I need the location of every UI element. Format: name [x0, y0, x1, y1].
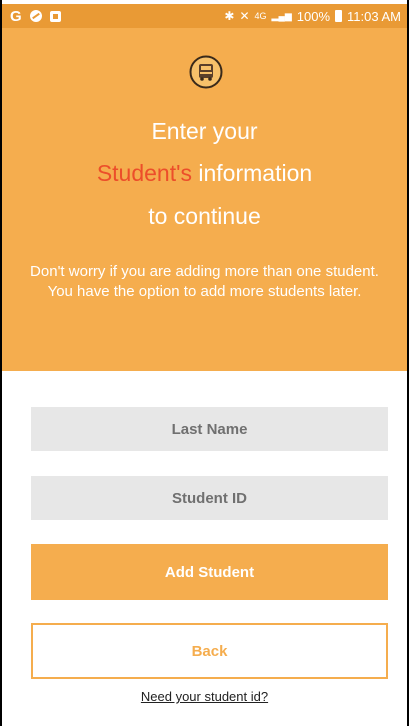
mute-icon: ✕: [239, 9, 250, 23]
add-student-button[interactable]: Add Student: [31, 544, 388, 600]
title-line-3: to continue: [0, 203, 409, 230]
status-bar-system: ✱ ✕ 4G ▂▄▆ 100% 11:03 AM: [224, 9, 407, 24]
battery-icon: [335, 10, 343, 22]
status-bar-notifications: G: [2, 8, 61, 25]
battery-percent: 100%: [296, 8, 331, 24]
student-id-input[interactable]: [31, 476, 388, 520]
title-line-1: Enter your: [0, 118, 409, 145]
status-bar: G ✱ ✕ 4G ▂▄▆ 100% 11:03 AM: [2, 4, 407, 28]
clock: 11:03 AM: [347, 8, 401, 24]
network-type: 4G: [254, 11, 267, 21]
title-line-2: Student's information: [0, 160, 409, 187]
back-button[interactable]: Back: [31, 623, 388, 679]
helper-text: Don't worry if you are adding more than …: [30, 263, 379, 300]
last-name-input[interactable]: [31, 407, 388, 451]
title-highlight: Student's: [96, 160, 192, 186]
school-bus-logo-icon: [189, 55, 223, 89]
notification-square-icon: [49, 10, 61, 22]
blocked-circle-icon: [29, 10, 42, 22]
title-text-2: information: [198, 160, 313, 186]
g-icon: G: [10, 7, 22, 25]
bluetooth-icon: ✱: [224, 9, 235, 23]
signal-icon: ▂▄▆: [271, 10, 292, 21]
need-student-id-link[interactable]: Need your student id?: [0, 689, 409, 704]
title-text-3: to continue: [148, 203, 261, 229]
title-text-1: Enter your: [151, 118, 258, 144]
